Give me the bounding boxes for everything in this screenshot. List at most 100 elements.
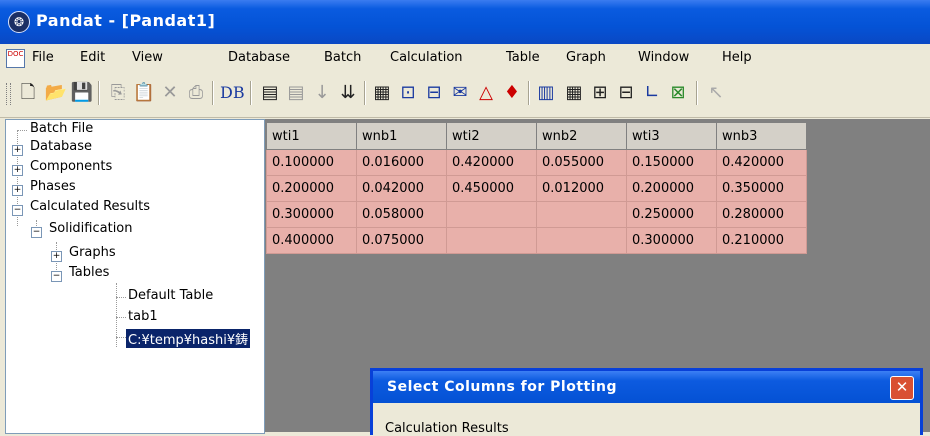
plot-icon[interactable]: ∟ xyxy=(640,81,664,105)
new-file-icon[interactable]: 🗋 xyxy=(16,81,40,105)
tree-item-database[interactable]: Database xyxy=(30,139,92,154)
expand-plus-icon[interactable]: + xyxy=(51,251,62,262)
toolbar-grip[interactable] xyxy=(6,83,11,105)
save-icon[interactable]: 💾 xyxy=(70,81,94,105)
menu-view[interactable]: View xyxy=(132,50,163,65)
fill-icon[interactable]: ♦ xyxy=(500,81,524,105)
table-cell[interactable]: 0.075000 xyxy=(356,227,447,254)
tree-item-path-selected[interactable]: C:¥temp¥hashi¥鋳 xyxy=(126,329,251,348)
tree-connector xyxy=(17,130,27,131)
column-header[interactable]: wti3 xyxy=(626,122,717,150)
table-cell[interactable]: 0.055000 xyxy=(536,149,627,176)
point-icon[interactable]: ⊡ xyxy=(396,81,420,105)
toolbar-separator xyxy=(696,81,698,105)
delete-icon[interactable]: ✕ xyxy=(158,81,182,105)
menu-database[interactable]: Database xyxy=(228,50,290,65)
menu-batch[interactable]: Batch xyxy=(324,50,361,65)
open-folder-icon[interactable]: 📂 xyxy=(44,81,68,105)
document-disabled-icon[interactable]: ▤ xyxy=(284,81,308,105)
arrow-down-icon[interactable]: ↓ xyxy=(310,81,334,105)
tree-connector xyxy=(116,297,126,298)
table-cell[interactable]: 0.100000 xyxy=(266,149,357,176)
tree-item-phases[interactable]: Phases xyxy=(30,179,76,194)
envelope-icon[interactable]: ✉ xyxy=(448,81,472,105)
table-cell[interactable] xyxy=(446,227,537,254)
column-header[interactable]: wnb3 xyxy=(716,122,807,150)
table-cell[interactable]: 0.016000 xyxy=(356,149,447,176)
toolbar-separator xyxy=(212,81,214,105)
close-icon[interactable]: ✕ xyxy=(890,376,914,400)
tree-item-batch-file[interactable]: Batch File xyxy=(30,121,93,136)
tree-item-default-table[interactable]: Default Table xyxy=(128,288,213,303)
collapse-minus-icon[interactable]: − xyxy=(12,205,23,216)
triangle-icon[interactable]: △ xyxy=(474,81,498,105)
edit-table-icon[interactable]: ⊞ xyxy=(588,81,612,105)
column-header[interactable]: wnb2 xyxy=(536,122,627,150)
tree-item-tables[interactable]: Tables xyxy=(69,265,109,280)
table-row: 0.200000 0.042000 0.450000 0.012000 0.20… xyxy=(266,175,807,202)
paste-icon[interactable]: 📋 xyxy=(132,81,156,105)
menu-edit[interactable]: Edit xyxy=(80,50,105,65)
table-cell[interactable]: 0.450000 xyxy=(446,175,537,202)
column-header[interactable]: wti2 xyxy=(446,122,537,150)
table-cell[interactable]: 0.200000 xyxy=(266,175,357,202)
expand-plus-icon[interactable]: + xyxy=(12,145,23,156)
column-header[interactable]: wnb1 xyxy=(356,122,447,150)
print-icon[interactable]: ⎙ xyxy=(184,81,208,105)
tree-item-tab1[interactable]: tab1 xyxy=(128,309,158,324)
tree-item-calculated-results[interactable]: Calculated Results xyxy=(30,199,150,214)
menu-window[interactable]: Window xyxy=(638,50,689,65)
table-cell[interactable]: 0.420000 xyxy=(716,149,807,176)
table-view-icon[interactable]: ▦ xyxy=(370,81,394,105)
chart-table-icon[interactable]: ⊟ xyxy=(614,81,638,105)
toolbar-separator xyxy=(528,81,530,105)
table-cell[interactable]: 0.400000 xyxy=(266,227,357,254)
table-cell[interactable]: 0.350000 xyxy=(716,175,807,202)
toolbar-separator xyxy=(364,81,366,105)
menu-graph[interactable]: Graph xyxy=(566,50,606,65)
table-cell[interactable]: 0.150000 xyxy=(626,149,717,176)
tree-item-solidification[interactable]: Solidification xyxy=(49,221,133,236)
menu-table[interactable]: Table xyxy=(506,50,540,65)
grid-table-icon[interactable]: ▥ xyxy=(534,81,558,105)
database-button[interactable]: DB xyxy=(220,81,245,105)
menu-calculation[interactable]: Calculation xyxy=(390,50,463,65)
menu-file[interactable]: File xyxy=(32,50,54,65)
dialog-title-bar[interactable]: Select Columns for Plotting ✕ xyxy=(373,371,920,403)
cursor-icon[interactable]: ↖ xyxy=(704,81,728,105)
line-icon[interactable]: ⊟ xyxy=(422,81,446,105)
dialog-group-label: Calculation Results xyxy=(385,421,509,436)
table-cell[interactable] xyxy=(536,201,627,228)
tree-item-graphs[interactable]: Graphs xyxy=(69,245,116,260)
table-cell[interactable]: 0.042000 xyxy=(356,175,447,202)
expand-plus-icon[interactable]: + xyxy=(12,185,23,196)
menu-help[interactable]: Help xyxy=(722,50,752,65)
numbered-table-icon[interactable]: ▦ xyxy=(562,81,586,105)
toolbar-separator xyxy=(98,81,100,105)
sort-icon[interactable]: ⇊ xyxy=(336,81,360,105)
table-cell[interactable] xyxy=(536,227,627,254)
window-title: Pandat - [Pandat1] xyxy=(36,11,216,30)
document-icon[interactable]: DOC xyxy=(6,49,25,68)
table-cell[interactable] xyxy=(446,201,537,228)
excel-icon[interactable]: ⊠ xyxy=(666,81,690,105)
copy-icon[interactable]: ⎘ xyxy=(106,81,130,105)
collapse-minus-icon[interactable]: − xyxy=(51,271,62,282)
document-icon[interactable]: ▤ xyxy=(258,81,282,105)
pandat-app-icon[interactable]: ❂ xyxy=(8,11,30,33)
table-cell[interactable]: 0.012000 xyxy=(536,175,627,202)
table-cell[interactable]: 0.280000 xyxy=(716,201,807,228)
table-cell[interactable]: 0.200000 xyxy=(626,175,717,202)
table-cell[interactable]: 0.300000 xyxy=(266,201,357,228)
column-header[interactable]: wti1 xyxy=(266,122,357,150)
expand-plus-icon[interactable]: + xyxy=(12,165,23,176)
tree-item-components[interactable]: Components xyxy=(30,159,112,174)
tree-connector xyxy=(116,317,126,318)
table-cell[interactable]: 0.300000 xyxy=(626,227,717,254)
menu-bar: DOC File Edit View Database Batch Calcul… xyxy=(0,44,930,71)
table-cell[interactable]: 0.250000 xyxy=(626,201,717,228)
collapse-minus-icon[interactable]: − xyxy=(31,227,42,238)
table-cell[interactable]: 0.420000 xyxy=(446,149,537,176)
table-cell[interactable]: 0.210000 xyxy=(716,227,807,254)
table-cell[interactable]: 0.058000 xyxy=(356,201,447,228)
